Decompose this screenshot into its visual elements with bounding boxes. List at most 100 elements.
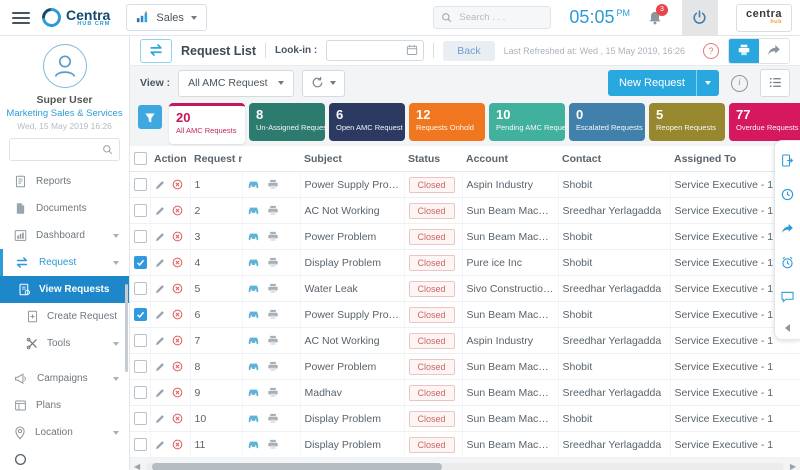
list-view-button[interactable] — [760, 69, 790, 97]
row-checkbox[interactable] — [134, 230, 147, 243]
select-all-checkbox[interactable] — [134, 152, 147, 165]
logout-button[interactable] — [682, 0, 718, 36]
cancel-icon[interactable] — [172, 387, 183, 399]
column-header-request-no[interactable]: Request no — [190, 146, 242, 172]
cancel-icon[interactable] — [172, 283, 183, 295]
request-module-button[interactable] — [140, 39, 172, 63]
vehicle-icon[interactable] — [247, 179, 260, 191]
sidebar-item-item[interactable] — [0, 446, 129, 470]
row-checkbox[interactable] — [134, 204, 147, 217]
cancel-icon[interactable] — [172, 439, 183, 451]
edit-icon[interactable] — [155, 387, 165, 399]
column-header-status[interactable]: Status — [404, 146, 462, 172]
printer-icon[interactable] — [267, 361, 279, 373]
cancel-icon[interactable] — [172, 257, 183, 269]
status-card-all-amc-requests[interactable]: 20All AMC Requests — [169, 103, 245, 144]
edit-icon[interactable] — [155, 439, 165, 451]
print-button[interactable] — [729, 39, 759, 63]
help-icon[interactable]: ? — [703, 43, 719, 59]
printer-icon[interactable] — [267, 335, 279, 347]
column-header-contact[interactable]: Contact — [558, 146, 670, 172]
printer-icon[interactable] — [267, 179, 279, 191]
vehicle-icon[interactable] — [247, 361, 260, 373]
row-checkbox[interactable] — [134, 334, 147, 347]
edit-icon[interactable] — [155, 361, 165, 373]
edit-icon[interactable] — [155, 179, 165, 191]
horizontal-scrollbar[interactable]: ◀ ▶ — [146, 463, 784, 470]
sidebar-item-location[interactable]: Location — [0, 419, 129, 446]
vehicle-icon[interactable] — [247, 205, 260, 217]
sidebar-item-plans[interactable]: Plans — [0, 392, 129, 419]
vehicle-icon[interactable] — [247, 335, 260, 347]
column-header-account[interactable]: Account — [462, 146, 558, 172]
column-header-subject[interactable]: Subject — [300, 146, 404, 172]
status-card-reopen-requests[interactable]: 5Reopen Requests — [649, 103, 725, 141]
sidebar-item-view-requests[interactable]: View Requests — [0, 276, 129, 303]
cancel-icon[interactable] — [172, 231, 183, 243]
menu-icon[interactable] — [12, 12, 30, 24]
edit-icon[interactable] — [155, 309, 165, 321]
printer-icon[interactable] — [267, 439, 279, 451]
printer-icon[interactable] — [267, 387, 279, 399]
sidebar-item-request[interactable]: Request — [0, 249, 129, 276]
status-card-un-assigned-request[interactable]: 8Un-Assigned Request — [249, 103, 325, 141]
back-button[interactable]: Back — [443, 41, 494, 61]
new-request-button[interactable]: New Request — [608, 70, 719, 96]
status-card-requests-onhold[interactable]: 12Requests Onhold — [409, 103, 485, 141]
row-checkbox[interactable] — [134, 360, 147, 373]
cancel-icon[interactable] — [172, 309, 183, 321]
share-blue-icon[interactable] — [781, 220, 794, 238]
sidebar-item-reports[interactable]: Reports — [0, 168, 129, 195]
cancel-icon[interactable] — [172, 335, 183, 347]
printer-icon[interactable] — [267, 231, 279, 243]
sidebar-scrollbar[interactable] — [125, 284, 128, 372]
new-request-dropdown[interactable] — [696, 70, 719, 96]
status-card-escalated-requests[interactable]: 0Escalated Requests — [569, 103, 645, 141]
scroll-left-arrow[interactable]: ◀ — [134, 463, 140, 470]
scrollbar-thumb[interactable] — [152, 463, 442, 470]
cancel-icon[interactable] — [172, 361, 183, 373]
sidebar-item-create-request[interactable]: Create Request — [0, 303, 129, 330]
edit-icon[interactable] — [155, 283, 165, 295]
vehicle-icon[interactable] — [247, 387, 260, 399]
edit-icon[interactable] — [155, 257, 165, 269]
alarm-icon[interactable] — [781, 254, 794, 272]
column-header-action[interactable]: Action — [150, 146, 190, 172]
status-card-overdue-requests[interactable]: 77Overdue Requests — [729, 103, 800, 141]
row-checkbox[interactable] — [134, 386, 147, 399]
row-checkbox[interactable] — [134, 282, 147, 295]
cancel-icon[interactable] — [172, 205, 183, 217]
printer-icon[interactable] — [267, 205, 279, 217]
lookin-input[interactable] — [332, 45, 406, 57]
printer-icon[interactable] — [267, 309, 279, 321]
edit-icon[interactable] — [155, 335, 165, 347]
share-button[interactable] — [759, 39, 789, 63]
filter-button[interactable] — [138, 105, 162, 129]
view-selector[interactable]: All AMC Request — [178, 70, 293, 97]
scroll-right-arrow[interactable]: ▶ — [790, 463, 796, 470]
notifications-button[interactable]: 3 — [648, 9, 662, 27]
global-search[interactable] — [433, 6, 551, 29]
vehicle-icon[interactable] — [247, 231, 260, 243]
row-checkbox[interactable] — [134, 308, 147, 321]
lookin-field[interactable] — [326, 40, 424, 61]
collapse-panel-arrow[interactable] — [785, 324, 790, 332]
sidebar-item-dashboard[interactable]: Dashboard — [0, 222, 129, 249]
row-checkbox[interactable] — [134, 412, 147, 425]
sidebar-search[interactable] — [9, 138, 120, 161]
vehicle-icon[interactable] — [247, 413, 260, 425]
vehicle-icon[interactable] — [247, 309, 260, 321]
vehicle-icon[interactable] — [247, 283, 260, 295]
info-icon[interactable]: i — [731, 75, 748, 92]
row-checkbox[interactable] — [134, 256, 147, 269]
module-selector[interactable]: Sales — [126, 4, 207, 31]
edit-icon[interactable] — [155, 231, 165, 243]
chat-icon[interactable] — [781, 288, 794, 306]
user-role[interactable]: Marketing Sales & Services — [0, 108, 129, 119]
sidebar-search-input[interactable] — [16, 144, 98, 156]
edit-icon[interactable] — [155, 205, 165, 217]
sidebar-item-documents[interactable]: Documents — [0, 195, 129, 222]
cancel-icon[interactable] — [172, 413, 183, 425]
edit-icon[interactable] — [155, 413, 165, 425]
printer-icon[interactable] — [267, 413, 279, 425]
